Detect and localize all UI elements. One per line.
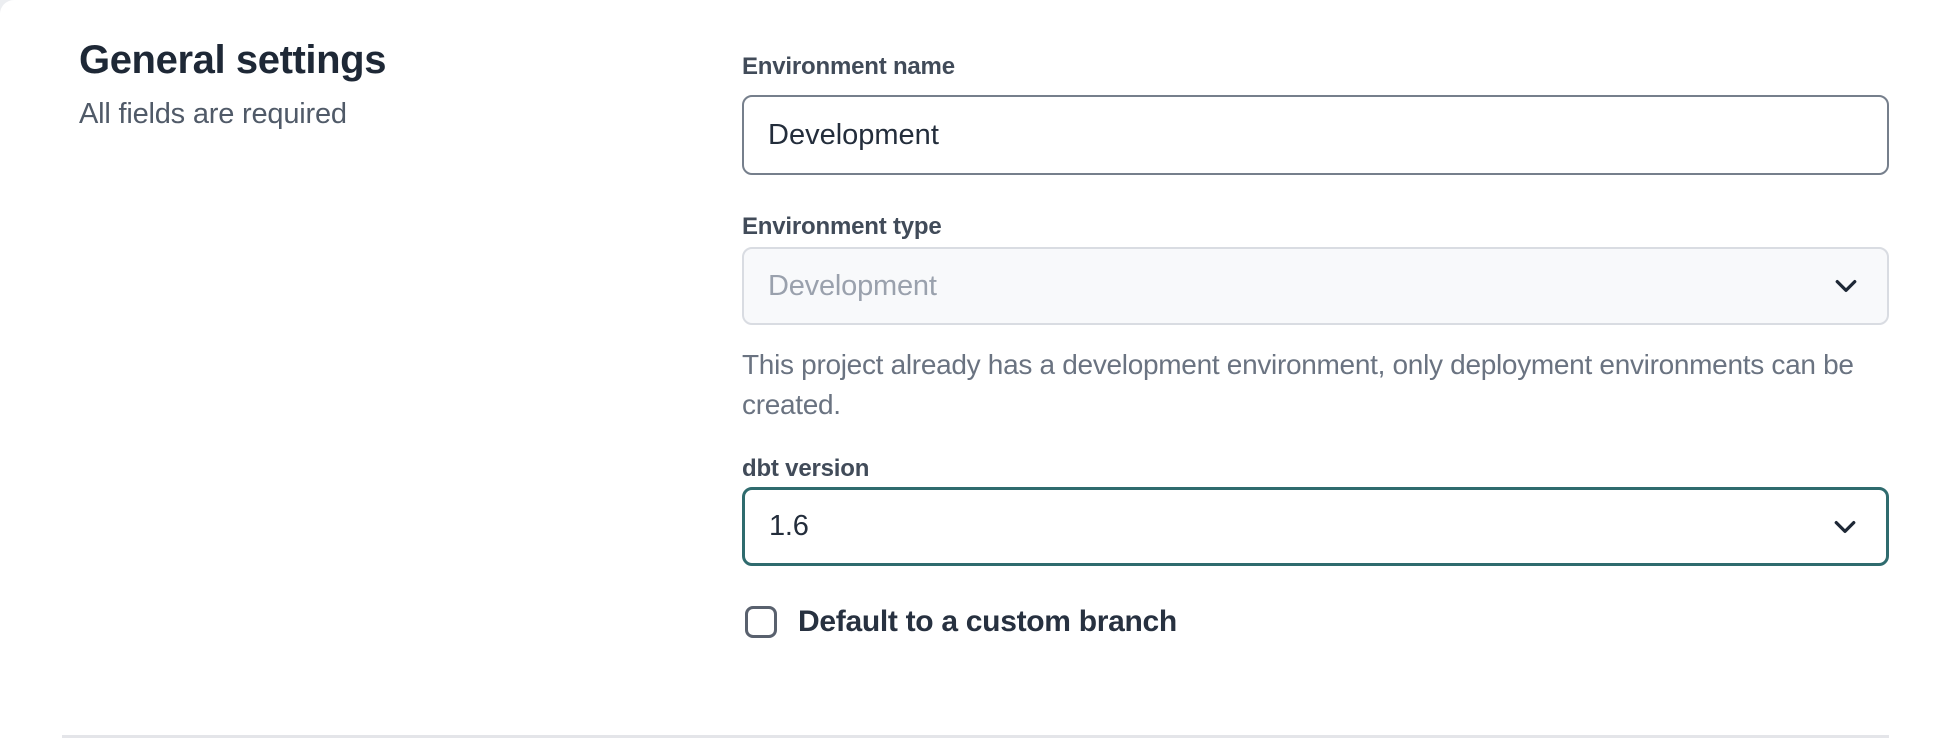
general-settings-form: Environment name Environment type Develo…: [742, 53, 1889, 639]
custom-branch-checkbox[interactable]: [745, 606, 777, 638]
environment-type-help: This project already has a development e…: [742, 345, 1889, 425]
environment-type-label: Environment type: [742, 213, 1889, 241]
settings-card: General settings All fields are required…: [0, 0, 1958, 740]
environment-name-label: Environment name: [742, 53, 1889, 81]
dbt-version-label: dbt version: [742, 455, 1889, 483]
custom-branch-row: Default to a custom branch: [742, 605, 1889, 639]
dbt-version-value: 1.6: [769, 510, 809, 543]
section-divider: [62, 735, 1889, 738]
section-subtitle: All fields are required: [79, 97, 699, 131]
page-title: General settings: [79, 36, 699, 84]
environment-type-select[interactable]: Development: [742, 247, 1889, 325]
chevron-down-icon: [1830, 512, 1860, 542]
environment-name-input[interactable]: [742, 95, 1889, 175]
environment-type-value: Development: [768, 270, 937, 303]
custom-branch-label[interactable]: Default to a custom branch: [798, 605, 1177, 639]
chevron-down-icon: [1831, 271, 1861, 301]
dbt-version-select[interactable]: 1.6: [742, 487, 1889, 566]
section-header: General settings All fields are required: [79, 36, 699, 131]
